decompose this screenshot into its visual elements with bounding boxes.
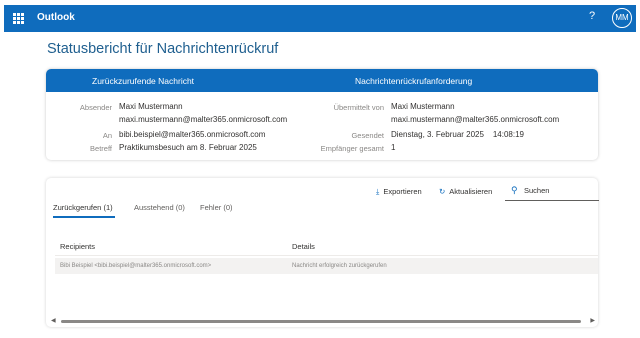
left-header: Zurückzurufende Nachricht [92, 76, 195, 86]
scrollbar-thumb[interactable] [61, 320, 581, 323]
subject-value: Praktikumsbesuch am 8. Februar 2025 [119, 143, 257, 152]
submitted-by-name: Maxi Mustermann [391, 102, 455, 111]
submitted-by-label: Übermittelt von [333, 103, 384, 112]
export-button[interactable]: ⤓ Exportieren [376, 187, 422, 197]
submitted-by-email: maxi.mustermann@malter365.onmicrosoft.co… [391, 115, 560, 124]
top-bar: Outlook ? MM [4, 5, 636, 32]
sender-name: Maxi Mustermann [119, 102, 183, 111]
horizontal-scrollbar[interactable]: ◀ ▶ [51, 317, 595, 324]
help-icon[interactable]: ? [589, 10, 595, 22]
refresh-label: Aktualisieren [449, 187, 493, 196]
search-icon: ⚲ [511, 185, 518, 195]
sent-label: Gesendet [351, 131, 384, 140]
active-tab-indicator [53, 216, 115, 218]
sender-email: maxi.mustermann@malter365.onmicrosoft.co… [119, 115, 288, 124]
app-name[interactable]: Outlook [37, 12, 75, 23]
table-divider [55, 255, 598, 256]
scroll-right-icon[interactable]: ▶ [590, 317, 595, 324]
column-header-recipients[interactable]: Recipients [60, 242, 95, 251]
page-title: Statusbericht für Nachrichtenrückruf [47, 41, 279, 57]
search-input[interactable] [524, 186, 596, 195]
recipients-total-label: Empfänger gesamt [320, 144, 384, 153]
download-icon: ⤓ [376, 187, 380, 196]
recipients-total-value: 1 [391, 143, 396, 152]
sent-value: Dienstag, 3. Februar 2025 14:08:19 [391, 130, 524, 139]
to-label: An [102, 131, 112, 140]
refresh-button[interactable]: ↻ Aktualisieren [439, 187, 492, 196]
sender-label: Absender [79, 103, 112, 112]
tab-recalled[interactable]: Zurückgerufen (1) [53, 203, 113, 212]
scroll-left-icon[interactable]: ◀ [51, 317, 56, 324]
to-value: bibi.beispiel@malter365.onmicrosoft.com [119, 130, 266, 139]
info-card-header: Zurückzurufende Nachricht Nachrichtenrüc… [46, 69, 598, 92]
message-info-card: Zurückzurufende Nachricht Nachrichtenrüc… [46, 69, 598, 160]
recipient-cell: Bibi Beispiel <bibi.beispiel@malter365.o… [60, 263, 212, 269]
tab-pending[interactable]: Ausstehend (0) [134, 203, 185, 212]
app-launcher-icon[interactable] [13, 13, 24, 24]
refresh-icon: ↻ [439, 187, 446, 196]
table-row[interactable]: Bibi Beispiel <bibi.beispiel@malter365.o… [55, 258, 598, 274]
search-box[interactable]: ⚲ [505, 183, 599, 201]
details-cell: Nachricht erfolgreich zurückgerufen [292, 263, 387, 269]
tab-failed[interactable]: Fehler (0) [200, 203, 233, 212]
avatar[interactable]: MM [612, 8, 632, 28]
right-header: Nachrichtenrückrufanforderung [355, 76, 473, 86]
column-header-details[interactable]: Details [292, 242, 315, 251]
subject-label: Betreff [90, 144, 112, 153]
results-card: ⤓Exportieren ↻Aktualisieren ⚲ Zurückgeru… [46, 178, 599, 327]
export-label: Exportieren [383, 187, 422, 196]
